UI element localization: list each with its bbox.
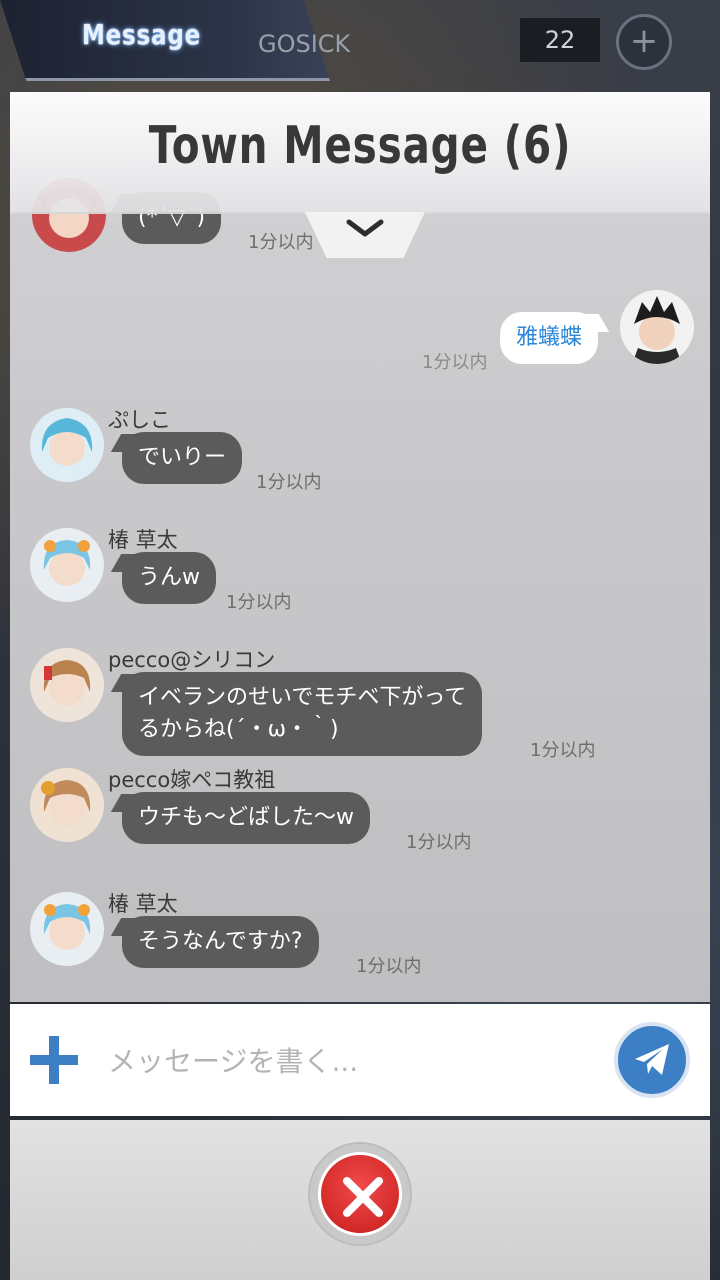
close-button-face xyxy=(318,1152,402,1236)
message-bubble: ウチも〜どばした〜w xyxy=(122,792,370,844)
message-time: 1分以内 xyxy=(530,740,596,761)
town-message-panel: (*´▽`) 1分以内 雅蟻蝶 1分以内 ぷしこ でいりー 1分以内 椿 草太 … xyxy=(10,92,710,1002)
message-tab-label: Message xyxy=(82,18,202,51)
hud-player-name: GOSICK xyxy=(258,30,351,58)
sender-name: pecco@シリコン xyxy=(108,648,276,672)
send-button[interactable] xyxy=(614,1022,690,1098)
collapse-button[interactable] xyxy=(305,212,425,258)
message-time: 1分以内 xyxy=(256,472,322,493)
sender-name: 椿 草太 xyxy=(108,892,178,916)
plus-icon[interactable] xyxy=(28,1034,80,1086)
close-button[interactable] xyxy=(310,1144,410,1244)
message-time: 1分以内 xyxy=(226,592,292,613)
message-input[interactable] xyxy=(106,1032,610,1090)
message-bubble: イベランのせいでモチベ下がって るからね(´・ω・｀) xyxy=(122,672,483,756)
message-time: 1分以内 xyxy=(356,956,422,977)
chevron-down-icon xyxy=(346,219,384,237)
message-time: 1分以内 xyxy=(422,352,488,373)
hud-plus-icon: + xyxy=(616,14,672,70)
message-time: 1分以内 xyxy=(406,832,472,853)
message-composer xyxy=(10,1004,710,1116)
my-message-bubble: 雅蟻蝶 xyxy=(500,312,599,364)
message-bubble: うんw xyxy=(122,552,216,604)
sender-name: ぷしこ xyxy=(108,408,171,432)
close-icon xyxy=(343,1177,383,1217)
sender-name: 椿 草太 xyxy=(108,528,178,552)
bottom-bar xyxy=(10,1120,710,1280)
message-bubble: でいりー xyxy=(122,432,243,484)
avatar[interactable] xyxy=(30,648,104,722)
avatar[interactable] xyxy=(30,892,104,966)
avatar[interactable] xyxy=(30,408,104,482)
panel-header: Town Message (6) xyxy=(10,92,710,214)
page-title: Town Message (6) xyxy=(148,116,572,176)
paper-plane-icon xyxy=(635,1044,669,1075)
hud-count: 22 xyxy=(520,18,600,62)
message-bubble: そうなんですか? xyxy=(122,916,319,968)
message-time: 1分以内 xyxy=(248,232,314,253)
avatar[interactable] xyxy=(30,528,104,602)
my-avatar[interactable] xyxy=(620,290,694,364)
sender-name: pecco嫁ペコ教祖 xyxy=(108,768,276,792)
avatar[interactable] xyxy=(30,768,104,842)
